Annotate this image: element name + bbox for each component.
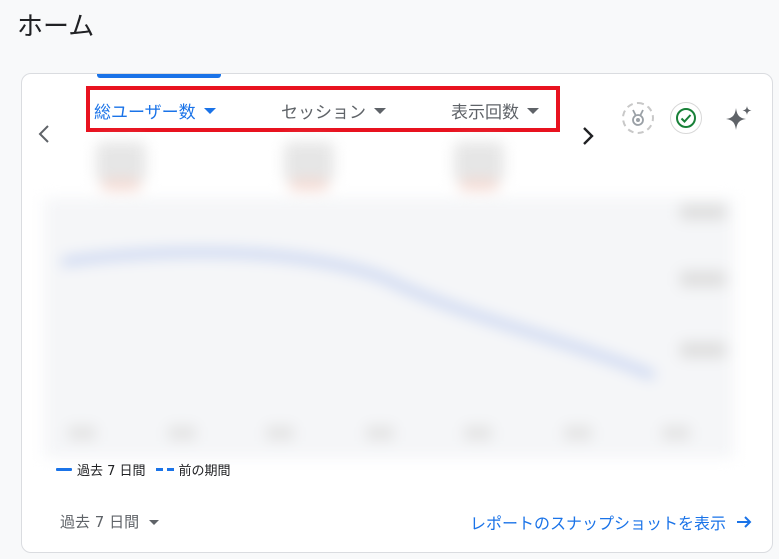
report-link-label: レポートのスナップショットを表示	[469, 514, 726, 533]
caret-down-icon	[149, 520, 160, 525]
blurred-x-tick	[266, 426, 294, 440]
active-tab-indicator	[97, 74, 221, 78]
blurred-x-tick	[68, 426, 96, 440]
dashed-line-swatch	[155, 468, 174, 471]
page-title: ホーム	[17, 12, 95, 42]
blurred-chart-area	[44, 138, 734, 458]
legend-label: 前の期間	[178, 464, 231, 479]
blurred-x-tick	[366, 426, 394, 440]
blurred-x-tick	[662, 426, 690, 440]
arrow-right-icon	[737, 516, 752, 528]
chart-legend: 過去 7 日間 前の期間	[56, 460, 231, 479]
date-range-select[interactable]: 過去 7 日間	[60, 511, 160, 532]
overview-card: 総ユーザー数 セッション 表示回数 過去 7 日間 前の期間 過去 7 日間 レ…	[21, 73, 773, 553]
check-button[interactable]	[670, 102, 702, 134]
date-range-value: 過去 7 日間	[60, 513, 140, 531]
legend-label: 過去 7 日間	[77, 464, 146, 479]
medal-icon	[632, 109, 644, 126]
sparkle-icon	[726, 106, 752, 130]
medal-button[interactable]	[622, 102, 654, 134]
highlight-box	[86, 86, 560, 132]
blurred-line	[61, 248, 656, 380]
solid-line-swatch	[56, 468, 72, 471]
blurred-x-tick	[564, 426, 592, 440]
insights-button[interactable]	[722, 102, 756, 136]
view-report-snapshot-link[interactable]: レポートのスナップショットを表示	[470, 510, 752, 534]
blurred-x-tick	[168, 426, 196, 440]
blurred-x-tick	[464, 426, 492, 440]
check-circle-icon	[676, 108, 696, 128]
legend-item-previous: 前の期間	[155, 460, 231, 479]
legend-item-current: 過去 7 日間	[56, 460, 146, 479]
